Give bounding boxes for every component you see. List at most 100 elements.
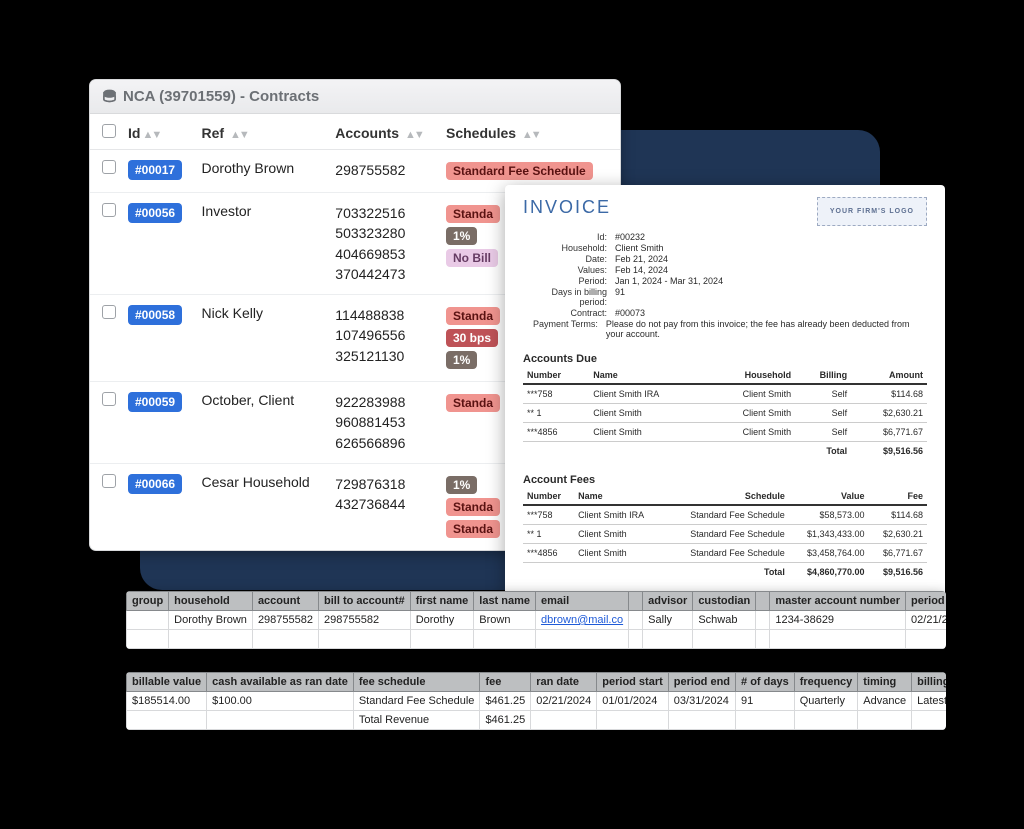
schedule-tag[interactable]: Standa (446, 394, 500, 412)
cell[interactable]: Dorothy (410, 611, 474, 630)
cell[interactable] (207, 711, 354, 730)
column-header[interactable]: email (536, 592, 629, 611)
cell[interactable]: Dorothy Brown (169, 611, 253, 630)
column-header[interactable]: fee schedule (353, 673, 480, 692)
column-header[interactable]: period end (668, 673, 735, 692)
id-cell[interactable]: #00058 (122, 295, 196, 382)
row-checkbox[interactable] (90, 464, 122, 551)
column-header[interactable]: frequency (794, 673, 858, 692)
cell[interactable] (629, 611, 643, 630)
cell[interactable]: 298755582 (319, 611, 411, 630)
column-header[interactable]: advisor (643, 592, 693, 611)
cell[interactable] (410, 630, 474, 649)
cell[interactable] (912, 711, 946, 730)
column-header[interactable]: account (252, 592, 318, 611)
col-ref[interactable]: Ref ▲▼ (196, 114, 330, 150)
column-header[interactable]: billable value (127, 673, 207, 692)
cell[interactable] (169, 630, 253, 649)
column-header[interactable]: ran date (531, 673, 597, 692)
cell[interactable] (770, 630, 906, 649)
cell[interactable]: Latest (912, 692, 946, 711)
select-all-col[interactable] (90, 114, 122, 150)
column-header[interactable]: household (169, 592, 253, 611)
column-header[interactable]: cash available as ran date (207, 673, 354, 692)
column-header[interactable]: timing (858, 673, 912, 692)
cell[interactable] (531, 711, 597, 730)
cell[interactable]: 1234-38629 (770, 611, 906, 630)
cell[interactable]: Standard Fee Schedule (353, 692, 480, 711)
cell[interactable]: 298755582 (252, 611, 318, 630)
cell[interactable]: Advance (858, 692, 912, 711)
table-row[interactable] (127, 630, 947, 649)
cell[interactable]: Quarterly (794, 692, 858, 711)
cell[interactable]: Brown (474, 611, 536, 630)
cell[interactable] (597, 711, 669, 730)
id-cell[interactable]: #00017 (122, 150, 196, 193)
column-header[interactable]: # of days (736, 673, 795, 692)
column-header[interactable]: billing value (912, 673, 946, 692)
cell[interactable]: $461.25 (480, 711, 531, 730)
column-header[interactable]: bill to account# (319, 592, 411, 611)
id-cell[interactable]: #00056 (122, 193, 196, 295)
column-header[interactable] (756, 592, 770, 611)
schedule-tag[interactable]: 1% (446, 227, 477, 245)
cell[interactable]: 01/01/2024 (597, 692, 669, 711)
cell[interactable] (536, 630, 629, 649)
cell[interactable]: Sally (643, 611, 693, 630)
cell[interactable]: Total Revenue (353, 711, 480, 730)
row-checkbox[interactable] (90, 295, 122, 382)
cell[interactable] (693, 630, 756, 649)
cell[interactable]: 02/21/2024 (906, 611, 946, 630)
row-checkbox[interactable] (90, 193, 122, 295)
column-header[interactable]: period value date (906, 592, 946, 611)
schedule-tag[interactable]: 30 bps (446, 329, 498, 347)
cell[interactable]: $461.25 (480, 692, 531, 711)
id-cell[interactable]: #00059 (122, 382, 196, 464)
cell[interactable] (736, 711, 795, 730)
row-checkbox[interactable] (90, 382, 122, 464)
column-header[interactable]: fee (480, 673, 531, 692)
cell[interactable]: 03/31/2024 (668, 692, 735, 711)
cell[interactable] (252, 630, 318, 649)
cell[interactable] (127, 630, 169, 649)
cell[interactable] (474, 630, 536, 649)
table-row[interactable]: $185514.00$100.00Standard Fee Schedule$4… (127, 692, 947, 711)
column-header[interactable]: last name (474, 592, 536, 611)
col-id[interactable]: Id▲▼ (122, 114, 196, 150)
column-header[interactable]: custodian (693, 592, 756, 611)
schedule-tag[interactable]: Standa (446, 205, 500, 223)
column-header[interactable] (629, 592, 643, 611)
col-schedules[interactable]: Schedules ▲▼ (440, 114, 620, 150)
schedule-tag[interactable]: 1% (446, 476, 477, 494)
cell[interactable] (858, 711, 912, 730)
cell[interactable] (668, 711, 735, 730)
cell[interactable] (756, 611, 770, 630)
schedule-tag[interactable]: No Bill (446, 249, 498, 267)
column-header[interactable]: group (127, 592, 169, 611)
col-accounts[interactable]: Accounts ▲▼ (329, 114, 440, 150)
cell[interactable] (127, 611, 169, 630)
table-row[interactable]: Total Revenue$461.25 (127, 711, 947, 730)
cell[interactable] (906, 630, 946, 649)
column-header[interactable]: first name (410, 592, 474, 611)
email-link[interactable]: dbrown@mail.co (541, 614, 623, 626)
cell[interactable] (643, 630, 693, 649)
cell[interactable] (629, 630, 643, 649)
row-checkbox[interactable] (90, 150, 122, 193)
schedule-tag[interactable]: Standa (446, 307, 500, 325)
table-row[interactable]: Dorothy Brown298755582298755582DorothyBr… (127, 611, 947, 630)
cell[interactable]: dbrown@mail.co (536, 611, 629, 630)
cell[interactable]: 91 (736, 692, 795, 711)
cell[interactable]: 02/21/2024 (531, 692, 597, 711)
cell[interactable]: $185514.00 (127, 692, 207, 711)
column-header[interactable]: master account number (770, 592, 906, 611)
cell[interactable]: Schwab (693, 611, 756, 630)
cell[interactable] (127, 711, 207, 730)
cell[interactable] (319, 630, 411, 649)
schedule-tag[interactable]: Standard Fee Schedule (446, 162, 593, 180)
cell[interactable] (756, 630, 770, 649)
cell[interactable] (794, 711, 858, 730)
schedule-tag[interactable]: Standa (446, 520, 500, 538)
cell[interactable]: $100.00 (207, 692, 354, 711)
schedule-tag[interactable]: 1% (446, 351, 477, 369)
